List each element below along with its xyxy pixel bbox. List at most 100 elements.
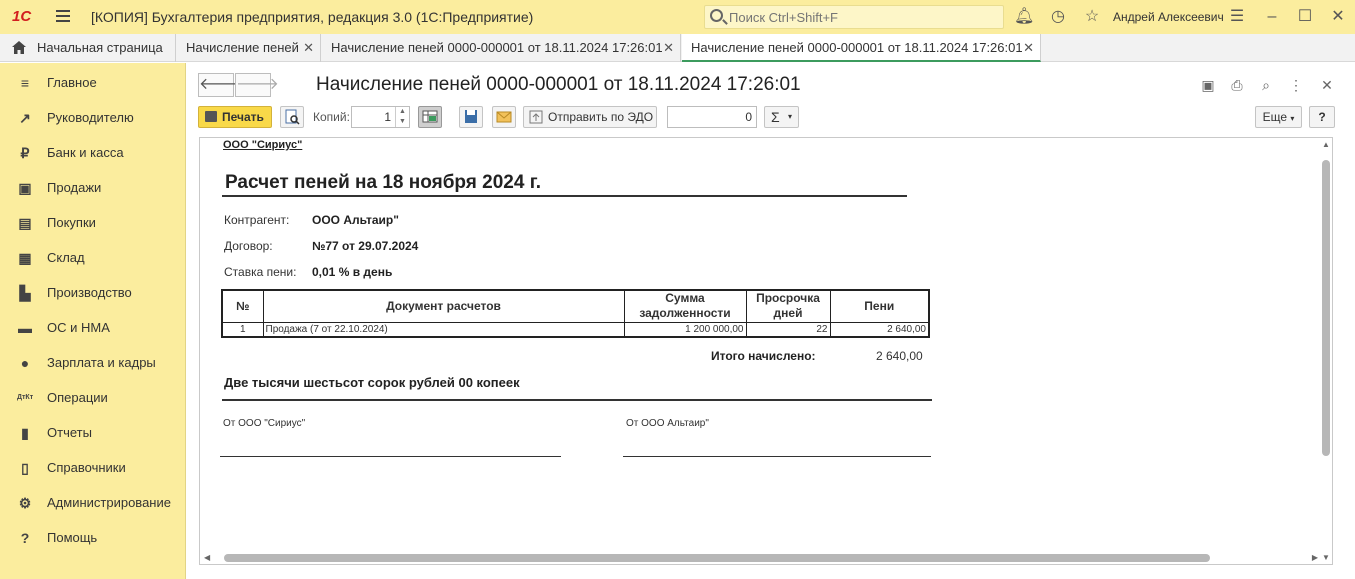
content-area: 🡐 🡒 Начисление пеней 0000-000001 от 18.1… xyxy=(187,63,1355,579)
amount-in-words: Две тысячи шестьсот сорок рублей 00 копе… xyxy=(224,375,520,390)
more-options-icon[interactable]: ⋮ xyxy=(1287,76,1305,94)
column-header: № xyxy=(221,289,264,323)
vertical-scrollbar[interactable]: ▲ ▼ xyxy=(1322,140,1330,562)
send-email-button[interactable] xyxy=(492,106,516,128)
save-icon[interactable]: ▣ xyxy=(1199,76,1217,94)
tab-label: Начисление пеней xyxy=(186,40,299,55)
sidebar-item-main[interactable]: ≡ Главное xyxy=(0,65,186,100)
user-name[interactable]: Андрей Алексеевич xyxy=(1113,10,1224,24)
scroll-right-icon[interactable]: ▶ xyxy=(1312,553,1318,562)
save-file-button[interactable] xyxy=(459,106,483,128)
rate-value: 0,01 % в день xyxy=(312,265,393,279)
print-button[interactable]: Печать xyxy=(198,106,272,128)
help-button[interactable]: ? xyxy=(1309,106,1335,128)
tab-label: Начисление пеней 0000-000001 от 18.11.20… xyxy=(691,40,1023,55)
send-edo-button[interactable]: Отправить по ЭДО xyxy=(523,106,657,128)
sum-mode-button[interactable]: Σ ▾ xyxy=(764,106,799,128)
close-form-icon[interactable]: ✕ xyxy=(1318,76,1336,94)
sidebar-item-reports[interactable]: ▮ Отчеты xyxy=(0,415,186,450)
rate-label: Ставка пени: xyxy=(224,265,297,279)
signature-line-right xyxy=(623,456,931,457)
sidebar-item-label: Помощь xyxy=(47,530,98,545)
trend-icon: ↗ xyxy=(19,110,31,126)
sidebar-item-label: Продажи xyxy=(47,180,102,195)
close-tab-icon[interactable]: ✕ xyxy=(1023,34,1034,61)
basket-icon: ▤ xyxy=(18,215,32,231)
tab-penalty-document[interactable]: Начисление пеней 0000-000001 от 18.11.20… xyxy=(322,34,681,62)
close-window-icon[interactable]: ✕ xyxy=(1328,7,1348,27)
sidebar-item-label: Склад xyxy=(47,250,85,265)
history-icon[interactable]: ◷ xyxy=(1048,7,1068,27)
help-icon: ? xyxy=(20,530,30,546)
truck-icon: ▬ xyxy=(18,320,32,336)
sidebar-item-bank[interactable]: ₽ Банк и касса xyxy=(0,135,186,170)
penalty-table: № Документ расчетов Сумма задолженности … xyxy=(221,289,930,338)
sidebar-item-references[interactable]: ▯ Справочники xyxy=(0,450,186,485)
title-bar: 1С [КОПИЯ] Бухгалтерия предприятия, реда… xyxy=(0,0,1355,34)
table-cell: 2 640,00 xyxy=(829,321,930,338)
close-tab-icon[interactable]: ✕ xyxy=(303,34,314,61)
sidebar: ≡ Главное ↗ Руководителю ₽ Банк и касса ▣ Пр… xyxy=(0,63,186,579)
table-cell: 22 xyxy=(745,321,831,338)
scroll-down-icon[interactable]: ▼ xyxy=(1322,553,1330,562)
scrollbar-thumb[interactable] xyxy=(1322,160,1330,456)
magnifier-doc-icon xyxy=(285,109,300,125)
horizontal-scrollbar[interactable]: ◀ ▶ xyxy=(204,553,1318,562)
person-icon: ● xyxy=(20,355,30,371)
chevron-down-icon: ▾ xyxy=(1290,114,1295,123)
sidebar-item-assets[interactable]: ▬ ОС и НМА xyxy=(0,310,186,345)
sidebar-item-help[interactable]: ? Помощь xyxy=(0,520,186,555)
edit-mode-toggle[interactable] xyxy=(418,106,442,128)
sum-field[interactable]: 0 xyxy=(667,106,757,128)
star-icon[interactable]: ☆ xyxy=(1082,7,1102,27)
maximize-icon[interactable]: ☐ xyxy=(1295,7,1315,27)
sidebar-item-production[interactable]: ▙ Производство xyxy=(0,275,186,310)
forward-button[interactable]: 🡒 xyxy=(235,73,279,97)
sidebar-item-salary[interactable]: ● Зарплата и кадры xyxy=(0,345,186,380)
bar-chart-icon: ▮ xyxy=(21,425,29,441)
tab-penalties-list[interactable]: Начисление пеней ✕ xyxy=(177,34,321,62)
tab-home[interactable]: Начальная страница xyxy=(0,34,176,62)
settings-menu-icon[interactable]: ☰ xyxy=(1227,7,1247,27)
bell-icon[interactable]: 🔔︎ xyxy=(1014,7,1034,27)
tab-penalty-print[interactable]: Начисление пеней 0000-000001 от 18.11.20… xyxy=(682,34,1041,62)
table-cell: 1 200 000,00 xyxy=(623,321,747,338)
total-label: Итого начислено: xyxy=(711,349,816,363)
sidebar-item-label: Главное xyxy=(47,75,97,90)
table-cell: 1 xyxy=(221,321,264,338)
preview-button[interactable] xyxy=(280,106,304,128)
table-header-row: № Документ расчетов Сумма задолженности … xyxy=(221,289,930,323)
sigma-icon: Σ xyxy=(771,109,780,125)
ruble-icon: ₽ xyxy=(20,145,30,161)
report-document[interactable]: ООО "Сириус" Расчет пеней на 18 ноября 2… xyxy=(199,137,1333,565)
column-header: Просрочка дней xyxy=(745,289,831,323)
search-box[interactable] xyxy=(704,5,1004,29)
sidebar-item-director[interactable]: ↗ Руководителю xyxy=(0,100,186,135)
scroll-up-icon[interactable]: ▲ xyxy=(1322,140,1330,149)
print-icon[interactable]: ⎙ xyxy=(1228,76,1246,94)
copies-stepper[interactable]: 1 ▲ ▼ xyxy=(351,106,410,128)
sidebar-item-admin[interactable]: ⚙ Администрирование xyxy=(0,485,186,520)
book-icon: ▯ xyxy=(21,460,29,476)
scrollbar-thumb[interactable] xyxy=(224,554,1210,562)
minimize-icon[interactable]: – xyxy=(1262,7,1282,27)
column-header: Документ расчетов xyxy=(262,289,625,323)
warehouse-icon: ▦ xyxy=(18,250,32,266)
sidebar-item-warehouse[interactable]: ▦ Склад xyxy=(0,240,186,275)
main-menu-icon[interactable] xyxy=(56,10,70,22)
close-tab-icon[interactable]: ✕ xyxy=(663,34,674,61)
search-input[interactable] xyxy=(727,8,997,26)
sidebar-item-purchases[interactable]: ▤ Покупки xyxy=(0,205,186,240)
sidebar-item-sales[interactable]: ▣ Продажи xyxy=(0,170,186,205)
more-label: Еще xyxy=(1262,110,1288,124)
sidebar-item-operations[interactable]: ДтКт Операции xyxy=(0,380,186,415)
signature-from-left: От ООО "Сириус" xyxy=(223,418,306,429)
total-value: 2 640,00 xyxy=(876,349,923,363)
arrow-right-icon: 🡒 xyxy=(236,76,279,93)
more-button[interactable]: Еще ▾ xyxy=(1255,106,1302,128)
app-title: [КОПИЯ] Бухгалтерия предприятия, редакци… xyxy=(91,9,534,25)
preview-icon[interactable]: ⌕ xyxy=(1257,76,1275,94)
spin-arrows-icon[interactable]: ▲ ▼ xyxy=(395,107,409,127)
scroll-left-icon[interactable]: ◀ xyxy=(204,553,210,562)
back-button[interactable]: 🡐 xyxy=(198,73,242,97)
